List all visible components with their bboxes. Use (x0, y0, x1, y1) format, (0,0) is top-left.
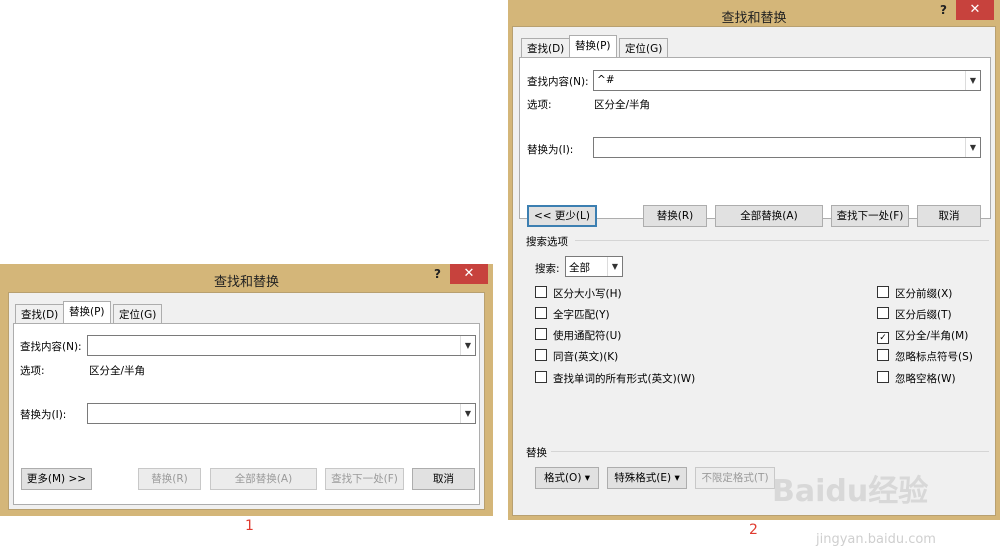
search-options-label: 搜索选项 (526, 236, 568, 248)
caption-2: 2 (749, 522, 758, 538)
checkbox-checked[interactable]: ✓ (877, 332, 889, 344)
chevron-down-icon[interactable]: ▼ (965, 71, 980, 90)
replace-label: 替换为(I): (20, 409, 67, 421)
close-button[interactable]: ✕ (450, 264, 488, 284)
checkbox[interactable] (877, 349, 889, 361)
checkbox[interactable] (535, 328, 547, 340)
find-next-button[interactable]: 查找下一处(F) (831, 205, 909, 227)
option-whole-word[interactable]: 全字匹配(Y) (535, 307, 610, 322)
option-label: 全字匹配(Y) (553, 309, 610, 321)
find-next-button[interactable]: 查找下一处(F) (325, 468, 404, 490)
option-label: 区分大小写(H) (553, 288, 622, 300)
option-label: 使用通配符(U) (553, 330, 622, 342)
option-match-case[interactable]: 区分大小写(H) (535, 286, 622, 301)
chevron-down-icon[interactable]: ▼ (965, 138, 980, 157)
dialog-2: 查找和替换 ? ✕ 查找(D) 替换(P) 定位(G) 查找内容(N): ^# … (508, 0, 1000, 520)
help-button[interactable]: ? (434, 267, 441, 281)
option-ignore-punct[interactable]: 忽略标点符号(S) (877, 349, 973, 364)
checkbox[interactable] (877, 371, 889, 383)
special-button[interactable]: 特殊格式(E) ▾ (607, 467, 687, 489)
option-label: 区分后缀(T) (895, 309, 952, 321)
caption-1: 1 (245, 518, 254, 534)
title-bar[interactable]: 查找和替换 ? ✕ (0, 264, 493, 294)
search-select[interactable]: 全部 ▼ (565, 256, 623, 277)
more-button[interactable]: 更多(M) >> (21, 468, 92, 490)
tab-panel: 查找内容(N): ^# ▼ 选项: 区分全/半角 替换为(I): ▼ << 更少… (519, 57, 991, 227)
find-value: ^# (597, 74, 615, 86)
checkbox[interactable] (535, 286, 547, 298)
checkbox[interactable] (535, 349, 547, 361)
dialog-title: 查找和替换 (721, 11, 787, 26)
checkbox[interactable] (535, 371, 547, 383)
option-all-word-forms[interactable]: 查找单词的所有形式(英文)(W) (535, 371, 695, 386)
replace-section-label: 替换 (526, 447, 547, 459)
watermark-logo: Baidu经验 (772, 474, 929, 509)
dialog-body: 查找(D) 替换(P) 定位(G) 查找内容(N): ▼ 选项: 区分全/半角 … (8, 292, 485, 510)
replace-section-divider (551, 451, 989, 452)
replace-input[interactable]: ▼ (593, 137, 981, 158)
tab-replace[interactable]: 替换(P) (569, 35, 617, 58)
close-button[interactable]: ✕ (956, 0, 994, 20)
option-label: 忽略标点符号(S) (895, 351, 973, 363)
dialog-1: 查找和替换 ? ✕ 查找(D) 替换(P) 定位(G) 查找内容(N): ▼ 选… (0, 264, 493, 516)
checkbox[interactable] (877, 307, 889, 319)
options-value: 区分全/半角 (89, 365, 146, 377)
option-label: 查找单词的所有形式(英文)(W) (553, 373, 696, 385)
chevron-down-icon[interactable]: ▼ (460, 404, 475, 423)
find-input[interactable]: ^# ▼ (593, 70, 981, 91)
chevron-down-icon[interactable]: ▼ (607, 257, 622, 276)
checkbox[interactable] (877, 286, 889, 298)
less-button[interactable]: << 更少(L) (527, 205, 597, 227)
tab-goto[interactable]: 定位(G) (619, 38, 669, 58)
search-value: 全部 (569, 262, 590, 274)
format-button[interactable]: 格式(O) ▾ (535, 467, 599, 489)
option-match-suffix[interactable]: 区分后缀(T) (877, 307, 952, 322)
replace-all-button[interactable]: 全部替换(A) (715, 205, 823, 227)
tab-goto[interactable]: 定位(G) (113, 304, 163, 324)
find-input[interactable]: ▼ (87, 335, 476, 356)
option-match-prefix[interactable]: 区分前缀(X) (877, 286, 952, 301)
search-options-divider (575, 240, 989, 241)
dialog-body: 查找(D) 替换(P) 定位(G) 查找内容(N): ^# ▼ 选项: 区分全/… (512, 26, 996, 516)
cancel-button[interactable]: 取消 (917, 205, 981, 227)
options-label: 选项: (527, 99, 552, 111)
cancel-button[interactable]: 取消 (412, 468, 475, 490)
help-button[interactable]: ? (940, 3, 947, 17)
option-ignore-space[interactable]: 忽略空格(W) (877, 371, 956, 386)
find-label: 查找内容(N): (20, 341, 82, 353)
search-label: 搜索: (535, 263, 560, 275)
replace-button[interactable]: 替换(R) (138, 468, 201, 490)
tab-find[interactable]: 查找(D) (521, 38, 571, 58)
replace-input[interactable]: ▼ (87, 403, 476, 424)
checkbox[interactable] (535, 307, 547, 319)
tab-panel: 查找内容(N): ▼ 选项: 区分全/半角 替换为(I): ▼ 更多(M) >>… (13, 323, 480, 505)
option-label: 同音(英文)(K) (553, 351, 619, 363)
watermark-url: jingyan.baidu.com (816, 532, 936, 547)
chevron-down-icon[interactable]: ▼ (460, 336, 475, 355)
options-label: 选项: (20, 365, 45, 377)
tab-find[interactable]: 查找(D) (15, 304, 65, 324)
options-value: 区分全/半角 (594, 99, 651, 111)
no-format-button[interactable]: 不限定格式(T) (695, 467, 775, 489)
dialog-title: 查找和替换 (213, 275, 279, 290)
replace-label: 替换为(I): (527, 144, 574, 156)
option-label: 忽略空格(W) (895, 373, 956, 385)
tab-replace[interactable]: 替换(P) (63, 301, 111, 324)
find-label: 查找内容(N): (527, 76, 589, 88)
option-label: 区分前缀(X) (895, 288, 953, 300)
replace-all-button[interactable]: 全部替换(A) (210, 468, 317, 490)
option-width[interactable]: ✓ 区分全/半角(M) (877, 328, 968, 344)
replace-button[interactable]: 替换(R) (643, 205, 707, 227)
option-sounds-like[interactable]: 同音(英文)(K) (535, 349, 618, 364)
option-label: 区分全/半角(M) (895, 330, 969, 342)
option-wildcards[interactable]: 使用通配符(U) (535, 328, 621, 343)
